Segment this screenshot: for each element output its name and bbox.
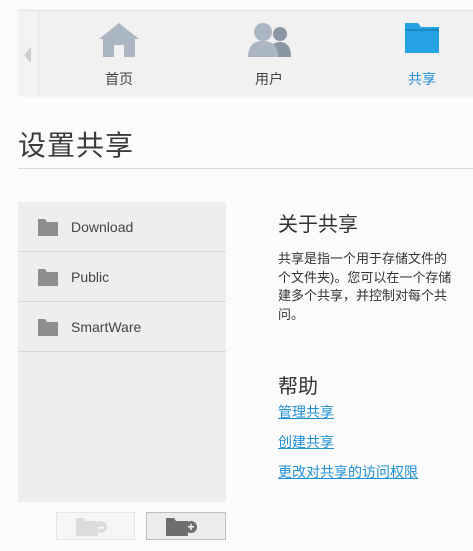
tab-users-label: 用户 [255,71,283,87]
about-heading: 关于共享 [278,214,358,236]
help-heading: 帮助 [278,376,318,398]
chevron-left-icon [24,47,31,63]
share-item-public[interactable]: Public [18,252,226,302]
share-item-label: Public [71,269,110,285]
title-divider [18,168,473,169]
folder-icon [38,319,58,341]
top-navigation: 首页 用户 共享 [18,10,473,97]
users-icon [246,21,294,64]
share-list: Download Public SmartWare [18,202,226,502]
about-line: 共享是指一个用于存储文件的 [278,251,448,266]
share-item-label: Download [71,219,134,235]
minus-icon: – [95,521,107,533]
tab-shares-label: 共享 [408,71,436,87]
tab-shares[interactable]: 共享 [380,11,462,97]
nav-divider [18,96,473,97]
manage-shares-link[interactable]: 管理共享 [278,402,334,422]
about-description: 共享是指一个用于存储文件的 个文件夹)。您可以在一个存储 建多个共享，并控制对每… [278,250,473,334]
change-share-access-link[interactable]: 更改对共享的访问权限 [278,462,418,482]
tab-home-label: 首页 [105,71,133,87]
folder-icon [38,219,58,241]
share-item-download[interactable]: Download [18,202,226,252]
page-title: 设置共享 [18,130,135,161]
share-item-smartware[interactable]: SmartWare [18,302,226,352]
nav-scroll-left[interactable] [18,11,39,97]
about-line: 个文件夹)。您可以在一个存储 [278,269,452,285]
share-item-label: SmartWare [71,319,142,335]
tab-users[interactable]: 用户 [228,11,310,97]
remove-share-button[interactable]: – [56,512,135,540]
tab-home[interactable]: 首页 [78,11,160,97]
plus-icon: + [185,521,197,533]
home-icon [97,21,141,64]
about-line: 问。 [278,306,305,322]
folder-icon [404,21,440,60]
create-share-link[interactable]: 创建共享 [278,432,334,452]
about-line: 建多个共享，并控制对每个共 [278,288,448,303]
add-share-button[interactable]: + [146,512,226,540]
folder-icon [38,269,58,291]
